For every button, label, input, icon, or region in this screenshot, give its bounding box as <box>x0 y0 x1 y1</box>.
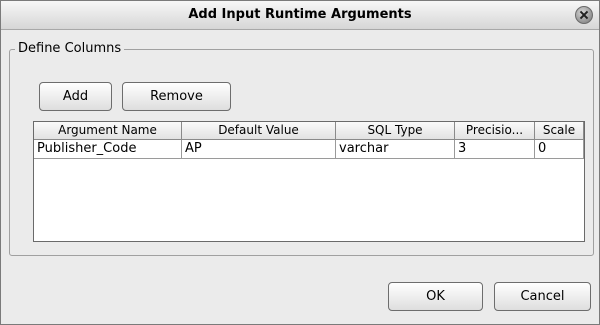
column-header-precision[interactable]: Precisio... <box>455 122 535 140</box>
remove-button[interactable]: Remove <box>122 82 231 111</box>
add-button[interactable]: Add <box>39 82 112 111</box>
cancel-button[interactable]: Cancel <box>494 282 591 311</box>
ok-button[interactable]: OK <box>388 282 483 311</box>
cell-sql-type[interactable]: varchar <box>336 140 455 159</box>
column-header-scale[interactable]: Scale <box>535 122 584 140</box>
cell-argument-name[interactable]: Publisher_Code <box>34 140 182 159</box>
arguments-table: Argument Name Default Value SQL Type Pre… <box>33 121 585 242</box>
define-columns-label: Define Columns <box>15 41 125 56</box>
column-header-default-value[interactable]: Default Value <box>182 122 336 140</box>
close-icon[interactable] <box>575 6 593 24</box>
cell-default-value[interactable]: AP <box>182 140 336 159</box>
cell-scale[interactable]: 0 <box>535 140 584 159</box>
dialog-title: Add Input Runtime Arguments <box>188 7 412 22</box>
dialog-window: Add Input Runtime Arguments Define Colum… <box>0 0 600 325</box>
title-bar[interactable]: Add Input Runtime Arguments <box>1 1 599 30</box>
column-header-argument-name[interactable]: Argument Name <box>34 122 182 140</box>
cell-precision[interactable]: 3 <box>455 140 535 159</box>
column-header-sql-type[interactable]: SQL Type <box>336 122 455 140</box>
